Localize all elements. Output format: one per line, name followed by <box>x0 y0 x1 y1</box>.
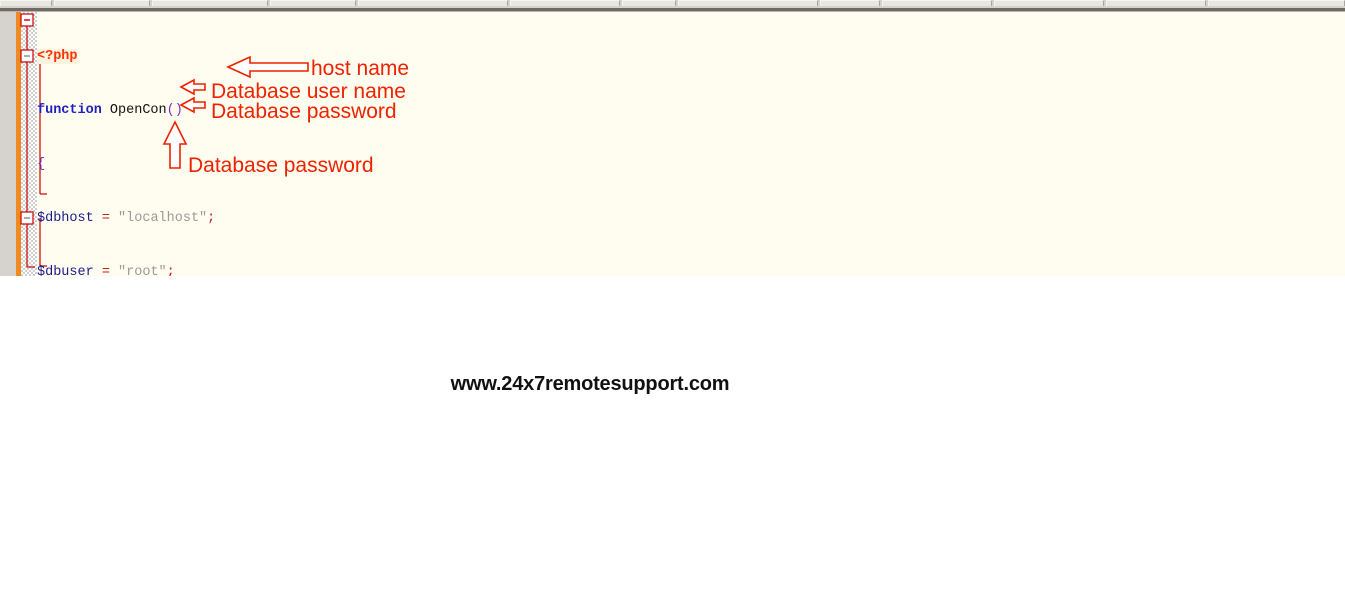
toolbar-segment-6[interactable] <box>510 0 620 6</box>
toolbar-segment-12[interactable] <box>1106 0 1206 6</box>
code-line[interactable]: $dbhost = "localhost"; <box>37 210 1345 228</box>
code-line[interactable]: <?php <box>37 48 1345 66</box>
toolbar-segment-5[interactable] <box>358 0 508 6</box>
toolbar-segment-13[interactable] <box>1208 0 1345 6</box>
code-editor-pane[interactable]: <?php function OpenCon() { $dbhost = "lo… <box>0 12 1345 276</box>
toolbar-segment-3[interactable] <box>152 0 268 6</box>
site-watermark: www.24x7remotesupport.com <box>450 373 730 395</box>
toolbar-segment-11[interactable] <box>994 0 1104 6</box>
code-line[interactable]: function OpenCon() <box>37 102 1345 120</box>
code-line[interactable]: { <box>37 156 1345 174</box>
fold-marker-php-open <box>20 13 34 27</box>
toolbar-segment-4[interactable] <box>270 0 356 6</box>
code-text-area[interactable]: <?php function OpenCon() { $dbhost = "lo… <box>37 12 1345 276</box>
toolbar-segment-10[interactable] <box>882 0 992 6</box>
code-line-1-text: <?php <box>37 49 78 64</box>
code-line[interactable]: $dbuser = "root"; <box>37 264 1345 276</box>
toolbar-strip[interactable] <box>0 0 1345 8</box>
fold-marker-block-open <box>20 49 34 63</box>
toolbar-segment-2[interactable] <box>54 0 150 6</box>
toolbar-segment-1[interactable] <box>0 0 52 6</box>
toolbar-segment-9[interactable] <box>820 0 880 6</box>
toolbar-segment-8[interactable] <box>678 0 818 6</box>
fold-marker-block-open2 <box>20 211 34 225</box>
toolbar-segment-7[interactable] <box>622 0 676 6</box>
